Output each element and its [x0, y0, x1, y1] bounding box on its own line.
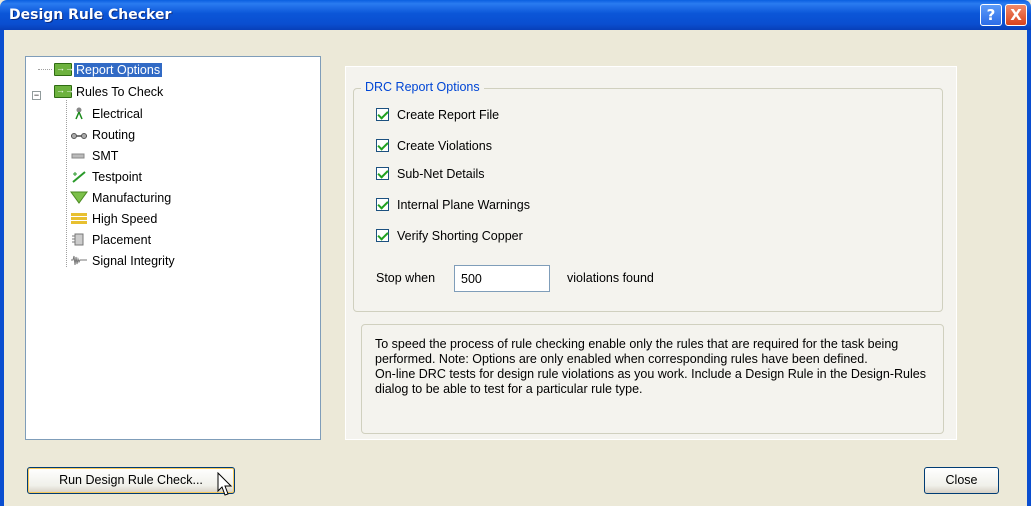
mouse-cursor-icon: [217, 472, 233, 496]
close-window-button[interactable]: X: [1005, 4, 1027, 26]
collapse-toggle[interactable]: −: [32, 91, 41, 100]
tree-item-label: SMT: [92, 149, 119, 163]
checkbox-check-icon[interactable]: [376, 229, 389, 242]
folder-rules-icon: [54, 81, 74, 100]
tree-item-label: Testpoint: [92, 170, 143, 184]
tree-item-label: High Speed: [92, 212, 158, 226]
tree-item-routing[interactable]: Routing: [70, 126, 137, 145]
checkbox-label: Sub-Net Details: [397, 167, 485, 181]
tree-item-testpoint[interactable]: Testpoint: [70, 168, 144, 187]
checkbox-label: Internal Plane Warnings: [397, 198, 530, 212]
tree-item-smt[interactable]: SMT: [70, 147, 120, 166]
checkbox-check-icon[interactable]: [376, 167, 389, 180]
electrical-icon: [75, 107, 83, 120]
checkbox-label: Create Violations: [397, 139, 492, 153]
checkbox-label: Create Report File: [397, 108, 500, 122]
tree-line: [66, 100, 67, 267]
tree-item-label: Rules To Check: [76, 85, 164, 99]
violation-limit-input[interactable]: [454, 265, 550, 292]
checkbox-check-icon[interactable]: [376, 198, 389, 211]
window-border-left: [0, 30, 4, 506]
create-report-file-checkbox[interactable]: Create Report File: [376, 107, 499, 123]
signal-integrity-icon: [71, 255, 87, 266]
placement-icon: [72, 233, 84, 246]
tree-item-label: Signal Integrity: [92, 254, 175, 268]
tree-item-high-speed[interactable]: High Speed: [70, 210, 159, 229]
create-violations-checkbox[interactable]: Create Violations: [376, 138, 492, 154]
testpoint-icon: [72, 171, 86, 183]
checkbox-check-icon[interactable]: [376, 108, 389, 121]
smt-icon: [71, 153, 85, 159]
checkbox-label: Verify Shorting Copper: [397, 229, 523, 243]
folder-report-icon: [54, 59, 74, 78]
sub-net-details-checkbox[interactable]: Sub-Net Details: [376, 166, 485, 182]
tree-item-label: Manufacturing: [92, 191, 172, 205]
tree-item-signal-integrity[interactable]: Signal Integrity: [70, 252, 177, 271]
info-text-box: To speed the process of rule checking en…: [361, 324, 944, 434]
window-title: Design Rule Checker: [9, 7, 172, 23]
run-design-rule-check-button[interactable]: Run Design Rule Check...: [27, 467, 235, 494]
tree-item-label: Placement: [92, 233, 152, 247]
tree-line: [38, 69, 52, 70]
window-border-right: [1027, 30, 1031, 506]
tree-item-rules-to-check[interactable]: Rules To Check: [54, 81, 165, 102]
close-button[interactable]: Close: [924, 467, 999, 494]
tree-item-label: Electrical: [92, 107, 143, 121]
tree-item-placement[interactable]: Placement: [70, 231, 153, 250]
tree-item-label: Routing: [92, 128, 136, 142]
info-text: To speed the process of rule checking en…: [375, 337, 926, 396]
violations-found-label: violations found: [567, 271, 654, 285]
tree-item-electrical[interactable]: Electrical: [70, 105, 145, 124]
tree-item-manufacturing[interactable]: Manufacturing: [70, 189, 173, 208]
stop-when-label: Stop when: [376, 271, 436, 285]
rules-tree[interactable]: − Report Options Rules To Check Electric…: [25, 56, 321, 440]
tree-item-report-options[interactable]: Report Options: [54, 59, 163, 80]
routing-icon: [71, 133, 87, 139]
verify-shorting-copper-checkbox[interactable]: Verify Shorting Copper: [376, 228, 523, 244]
high-speed-icon: [71, 213, 87, 224]
internal-plane-warnings-checkbox[interactable]: Internal Plane Warnings: [376, 197, 530, 213]
tree-item-label: Report Options: [74, 63, 163, 77]
checkbox-check-icon[interactable]: [376, 139, 389, 152]
manufacturing-icon: [70, 191, 88, 204]
title-bar[interactable]: Design Rule Checker ? X: [0, 0, 1031, 30]
help-button[interactable]: ?: [980, 4, 1002, 26]
group-title: DRC Report Options: [361, 80, 484, 94]
